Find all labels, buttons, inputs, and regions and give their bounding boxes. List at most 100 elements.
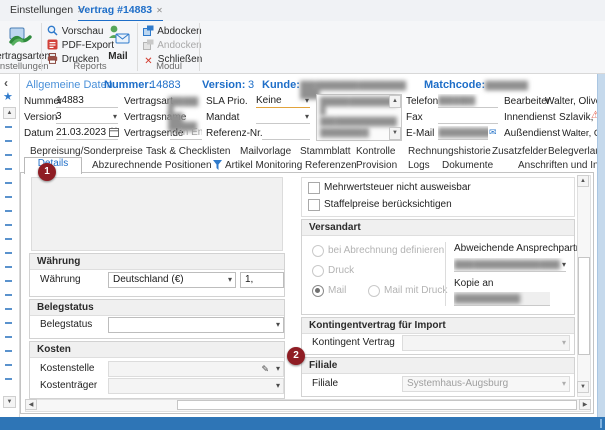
vertical-tab-item[interactable] xyxy=(5,168,12,170)
vertical-tab-item[interactable] xyxy=(5,154,12,156)
doc-tab-vertrag[interactable]: Vertrag #14883✕ xyxy=(78,3,163,20)
chevron-down-icon[interactable] xyxy=(562,377,566,391)
chevron-down-icon[interactable] xyxy=(276,362,280,376)
kostenstelle-dropdown[interactable]: ✎ xyxy=(108,361,284,377)
strip-scroll-up[interactable]: ▲ xyxy=(3,107,16,119)
favorite-star-icon[interactable]: ★ xyxy=(3,90,13,103)
chevron-down-icon[interactable] xyxy=(113,110,117,123)
tab-stammblatt[interactable]: Stammblatt xyxy=(300,146,351,157)
chevron-down-icon[interactable] xyxy=(276,318,280,332)
tab-anschriften[interactable]: Anschriften und Info xyxy=(518,160,605,171)
vertical-tab-item[interactable] xyxy=(5,196,12,198)
belegstatus-dropdown[interactable] xyxy=(108,317,284,333)
vertical-tab-item[interactable] xyxy=(5,280,12,282)
vertical-tab-item[interactable] xyxy=(5,238,12,240)
scroll-down-arrow[interactable]: ▼ xyxy=(577,381,589,393)
kunde-summary-label: Kunde: xyxy=(262,79,300,91)
chevron-down-icon[interactable] xyxy=(276,379,280,393)
notes-textarea[interactable] xyxy=(31,177,283,251)
customer-address-box[interactable]: ██████ ██████████ █ ███ █████████████ ██… xyxy=(316,94,402,141)
scroll-up-arrow[interactable]: ▲ xyxy=(577,175,589,187)
chevron-down-icon[interactable] xyxy=(228,273,232,287)
doc-tab-einstellungen[interactable]: Einstellungen✕ xyxy=(10,3,84,20)
vertragsende-field[interactable]: kein Ende xyxy=(170,126,202,140)
vertical-tab-item[interactable] xyxy=(5,378,12,380)
vertical-tab-item[interactable] xyxy=(5,336,12,338)
vertical-tab-item[interactable] xyxy=(5,140,12,142)
waehrung-value: Deutschland (€) xyxy=(113,274,184,285)
radio-mail[interactable] xyxy=(312,285,324,297)
scroll-right-arrow[interactable]: ▶ xyxy=(579,399,591,410)
chevron-down-icon[interactable] xyxy=(305,110,309,123)
version-dropdown[interactable]: 3 xyxy=(56,110,118,124)
vertical-scroll-thumb[interactable] xyxy=(578,257,590,355)
vat-checkbox[interactable] xyxy=(308,182,320,194)
kontingent-dropdown[interactable] xyxy=(402,335,570,351)
radio-druck[interactable] xyxy=(312,265,324,277)
chevron-down-icon[interactable] xyxy=(305,94,309,107)
vertical-tab-item[interactable] xyxy=(5,294,12,296)
spinner-down-icon[interactable]: ▼ xyxy=(389,127,401,140)
filiale-group: Filiale Filiale Systemhaus-Augsburg xyxy=(301,357,575,397)
vertical-tab-item[interactable] xyxy=(5,266,12,268)
referenz-field[interactable] xyxy=(262,126,310,140)
calendar-icon[interactable] xyxy=(109,127,119,140)
vertical-tab-item[interactable] xyxy=(5,210,12,212)
tab-logs[interactable]: Logs xyxy=(408,160,430,171)
vertical-tab-item[interactable] xyxy=(5,182,12,184)
chevron-down-icon[interactable] xyxy=(562,336,566,350)
mail-button[interactable]: Mail xyxy=(101,23,135,63)
chevron-down-icon[interactable] xyxy=(562,258,566,271)
spinner-up-icon[interactable]: ▲ xyxy=(389,95,401,108)
radio-mail-mit-druck[interactable] xyxy=(368,285,380,297)
waehrung-factor-field[interactable]: 1, xyxy=(240,272,284,288)
vertical-tab-item[interactable] xyxy=(5,126,12,128)
fax-field[interactable] xyxy=(438,110,498,124)
vertical-tab-item[interactable] xyxy=(5,364,12,366)
strip-scroll-down[interactable]: ▼ xyxy=(3,396,16,408)
chevron-left-icon[interactable]: ‹ xyxy=(4,76,8,90)
tab-belegverlauf[interactable]: Belegverlauf xyxy=(548,146,604,157)
telefon-field[interactable]: ███ █ ██ █ xyxy=(438,94,498,108)
tab-kontrolle[interactable]: Kontrolle xyxy=(356,146,395,157)
email-field[interactable]: ██████████████ xyxy=(438,126,488,140)
mandat-dropdown[interactable] xyxy=(256,110,310,124)
nummer-field[interactable]: 14883 xyxy=(56,94,118,108)
tab-provision[interactable]: Provision xyxy=(356,160,397,171)
radio-bei-abrechnung[interactable] xyxy=(312,245,324,257)
ribbon-group-modul: Modul xyxy=(140,61,198,72)
envelope-icon[interactable]: ✉ xyxy=(489,127,497,138)
horizontal-scroll-thumb[interactable] xyxy=(177,400,577,410)
right-dock-strip[interactable] xyxy=(597,74,605,417)
tab-rechnungshistorie[interactable]: Rechnungshistorie xyxy=(408,146,491,157)
vertical-tab-item[interactable] xyxy=(5,308,12,310)
filiale-value: Systemhaus-Augsburg xyxy=(407,378,508,389)
tier-price-checkbox[interactable] xyxy=(308,199,320,211)
ansprechpartner-dropdown[interactable]: ████ ██████████████ ████ xyxy=(454,258,566,272)
kopie-an-field[interactable]: ██████████████ xyxy=(454,292,550,306)
scroll-left-arrow[interactable]: ◀ xyxy=(25,399,37,410)
andocken-button[interactable]: Andocken xyxy=(142,39,202,52)
waehrung-dropdown[interactable]: Deutschland (€) xyxy=(108,272,236,288)
vertical-tab-item[interactable] xyxy=(5,322,12,324)
tab-abzurechnende-positionen[interactable]: Abzurechnende Positionen xyxy=(92,160,212,171)
tab-task-checklisten[interactable]: Task & Checklisten xyxy=(146,146,230,157)
filiale-dropdown[interactable]: Systemhaus-Augsburg xyxy=(402,376,570,392)
close-icon[interactable]: ✕ xyxy=(156,6,163,15)
kontingent-group: Kontingentvertrag für Import Kontingent … xyxy=(301,317,575,355)
tab-bepreisung[interactable]: Bepreisung/Sonderpreise xyxy=(30,146,143,157)
kostentraeger-dropdown[interactable] xyxy=(108,378,284,394)
tab-artikel-monitoring[interactable]: Artikel Monitoring Referenzen xyxy=(225,160,357,171)
abdocken-button[interactable]: Abdocken xyxy=(142,25,202,38)
vertical-tab-item[interactable] xyxy=(5,350,12,352)
vorschau-button[interactable]: Vorschau xyxy=(46,25,103,38)
pencil-icon[interactable]: ✎ xyxy=(261,362,269,376)
vertical-tab-item[interactable] xyxy=(5,224,12,226)
tab-mailvorlage[interactable]: Mailvorlage xyxy=(240,146,291,157)
tab-dokumente[interactable]: Dokumente xyxy=(442,160,493,171)
sla-prio-dropdown[interactable]: Keine xyxy=(256,94,310,108)
bearbeiter-dropdown[interactable]: Walter, Olive xyxy=(545,96,605,107)
tab-zusatzfelder[interactable]: Zusatzfelder xyxy=(492,146,547,157)
vertical-tab-item[interactable] xyxy=(5,252,12,254)
ribbon-separator xyxy=(41,23,42,71)
